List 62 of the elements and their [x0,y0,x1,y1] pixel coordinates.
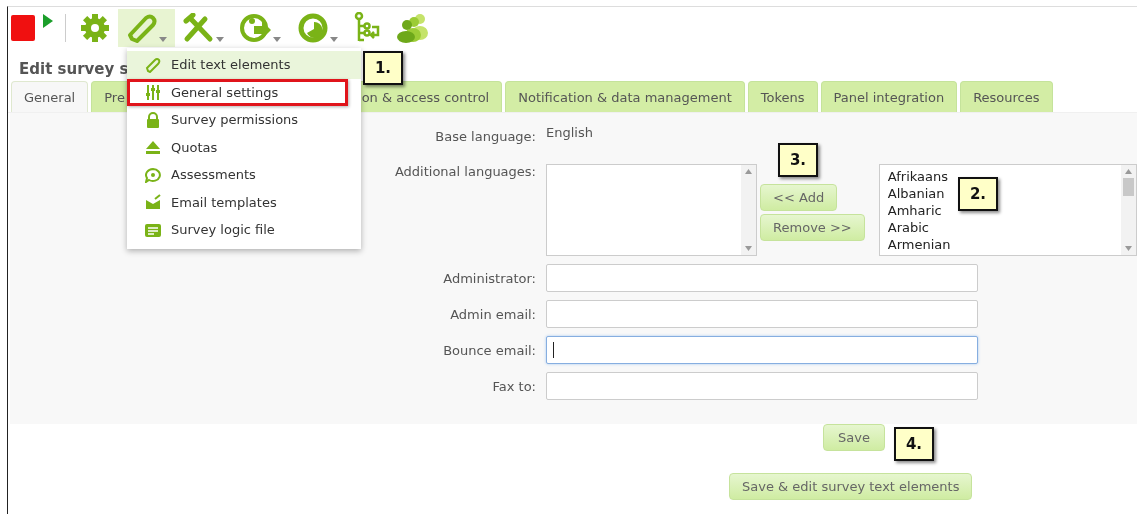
pencil-icon [126,13,158,43]
document-icon [145,221,161,238]
language-option[interactable]: Armenian [887,236,951,253]
scroll-down-icon[interactable] [745,246,753,251]
menu-item[interactable]: Quotas [127,133,361,161]
menu-item[interactable]: Edit text elements [127,51,361,79]
people-icon [396,13,428,43]
envelope-icon [145,194,161,211]
language-option[interactable]: Afrikaans [887,168,948,185]
scroll-down-icon[interactable] [1125,246,1132,251]
step-callout: 3. [778,143,818,177]
page-title: Edit survey s [19,60,129,78]
sliders-icon [145,84,161,101]
tab[interactable]: General [11,81,89,112]
language-option[interactable]: Arabic [887,219,929,236]
field-label: Additional languages: [394,164,536,179]
save-button[interactable]: Save [823,424,885,451]
tab[interactable]: Resources [960,81,1053,112]
tab[interactable]: Notification & data management [505,81,745,112]
menu-item[interactable]: Survey logic file [127,216,361,244]
language-option[interactable]: Amharic [887,202,942,219]
field-label: Admin email: [450,306,536,322]
pencil-toolbar-button[interactable] [118,9,175,47]
field-label: Base language: [435,129,536,144]
menu-item[interactable]: Email templates [127,188,361,216]
input-field[interactable] [546,264,978,292]
scroll-up-icon[interactable] [745,169,753,174]
tab[interactable]: Panel integration [820,81,958,112]
scroll-up-icon[interactable] [1125,169,1132,174]
play-icon [43,14,53,28]
menu-item[interactable]: Survey permissions [127,106,361,134]
settings-icon [80,13,110,43]
save-and-edit-button[interactable]: Save & edit survey text elements [729,473,973,500]
input-field[interactable] [546,336,978,364]
field-label: Administrator: [443,270,536,286]
scroll-thumb[interactable] [1123,178,1134,196]
lock-icon [145,111,161,128]
language-option[interactable]: Albanian [887,185,945,202]
speech-bubble-icon [145,166,161,183]
input-field[interactable] [546,300,978,328]
menu-item[interactable]: Assessments [127,161,361,189]
input-field[interactable] [546,372,978,400]
pie-chart-icon [297,12,329,44]
step-callout: 1. [363,51,403,85]
selected-languages-list[interactable] [546,164,758,256]
eject-icon [145,139,161,156]
step-callout: 2. [958,177,998,211]
add-button[interactable]: << Add [760,184,838,211]
step-callout: 4. [894,427,934,461]
stop-icon [11,15,35,41]
pencil-icon [145,56,161,73]
field-label: Bounce email: [443,342,536,358]
remove-button[interactable]: Remove >> [760,214,865,241]
tools-icon [183,13,215,43]
menu-item[interactable]: General settings [127,78,348,106]
export-icon [240,12,272,44]
base-language-value: English [546,125,593,140]
scrollbar[interactable] [1121,165,1136,255]
tree-icon [354,12,380,44]
scrollbar[interactable] [741,165,757,255]
tab[interactable]: Tokens [747,81,818,112]
field-label: Fax to: [492,378,536,394]
